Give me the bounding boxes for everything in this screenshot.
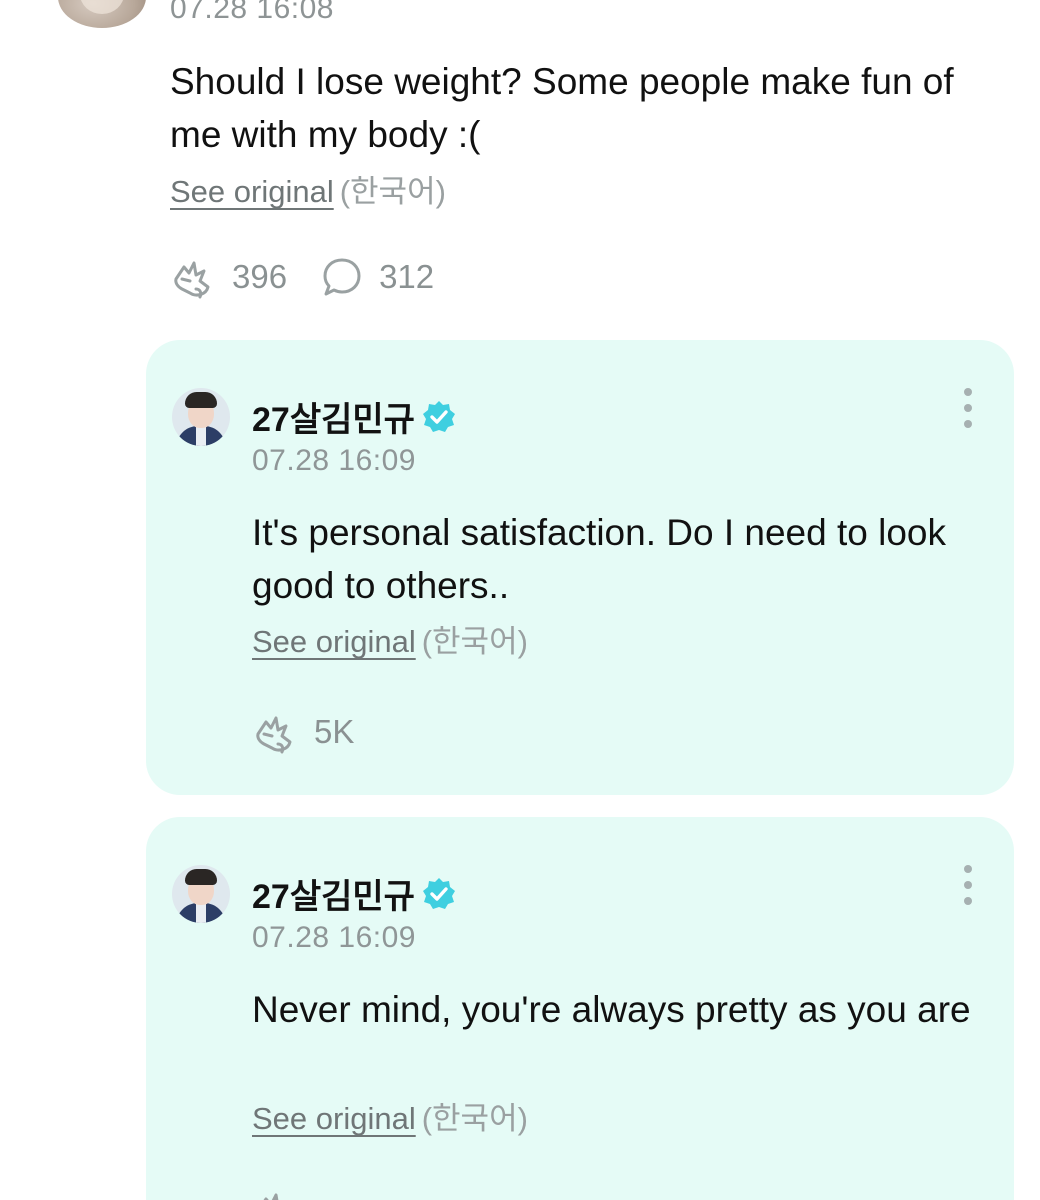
heart-hands-icon — [263, 1193, 279, 1200]
reply-timestamp: 07.28 16:09 — [252, 444, 416, 477]
language-label: (한국어) — [339, 174, 446, 209]
reply-card: 27살김민규 07.28 16:09 Never mind, you're al… — [146, 817, 1014, 1200]
reply-translation-row: See original (한국어) — [252, 616, 528, 661]
see-original-link[interactable]: See original — [252, 1101, 416, 1136]
reply-author-name[interactable]: 27살김민규 — [252, 392, 415, 441]
reply-author-avatar[interactable] — [172, 388, 230, 446]
post-text: Should I lose weight? Some people make f… — [170, 61, 954, 155]
reply-author-row: 27살김민규 — [252, 869, 457, 918]
language-label: (한국어) — [421, 1101, 528, 1136]
reply-timestamp: 07.28 16:09 — [252, 921, 416, 954]
heart-hands-icon — [174, 261, 210, 299]
post-translation-row: See original (한국어) — [170, 166, 446, 211]
heart-hands-icon — [256, 716, 292, 754]
like-count: 396 — [232, 258, 288, 295]
reply-like-count: 5K — [314, 713, 355, 750]
like-button[interactable]: 396 — [170, 255, 287, 299]
reply-card: 27살김민규 07.28 16:09 It's personal satisfa… — [146, 340, 1014, 795]
speech-bubble-icon — [323, 258, 361, 296]
see-original-link[interactable]: See original — [170, 174, 334, 209]
reply-author-name[interactable]: 27살김민규 — [252, 869, 415, 918]
verified-badge-icon — [422, 877, 455, 909]
more-dots-icon — [964, 388, 972, 396]
more-options-button[interactable] — [956, 388, 980, 436]
more-dots-icon — [964, 865, 972, 873]
comment-button[interactable]: 312 — [321, 256, 434, 298]
more-options-button[interactable] — [956, 865, 980, 913]
reply-author-row: 27살김민규 — [252, 392, 457, 441]
see-original-link[interactable]: See original — [252, 624, 416, 659]
reply-translation-row: See original (한국어) — [252, 1093, 528, 1138]
language-label: (한국어) — [421, 624, 528, 659]
reply-text: It's personal satisfaction. Do I need to… — [252, 512, 947, 606]
post-author-avatar[interactable] — [58, 0, 146, 28]
verified-badge-icon — [422, 400, 455, 432]
reply-author-avatar[interactable] — [172, 865, 230, 923]
comment-count: 312 — [379, 258, 435, 295]
reply-text: Never mind, you're always pretty as you … — [252, 989, 971, 1030]
reply-like-button[interactable]: 5K — [252, 710, 354, 754]
post-timestamp: 07.28 16:08 — [170, 0, 334, 25]
reply-like-button[interactable] — [252, 1187, 314, 1200]
thread-view: 07.28 16:08 Should I lose weight? Some p… — [0, 0, 1040, 1200]
post-stats: 396 312 — [170, 255, 434, 299]
